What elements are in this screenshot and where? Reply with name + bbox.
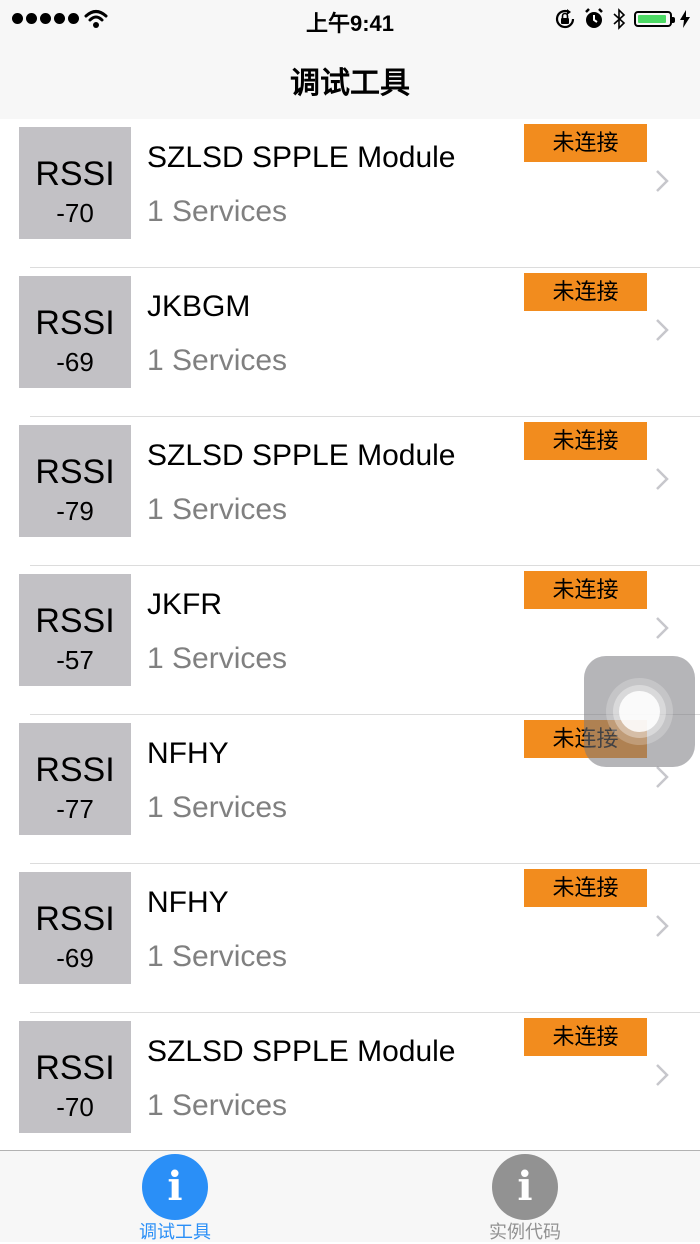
device-list[interactable]: RSSI -70 SZLSD SPPLE Module 1 Services 未… (0, 119, 700, 1162)
rssi-value: -69 (56, 347, 94, 377)
chevron-right-icon (656, 915, 669, 937)
connection-status-badge: 未连接 (524, 1018, 647, 1056)
device-row[interactable]: RSSI -69 NFHY 1 Services 未连接 (0, 864, 700, 1013)
rssi-label: RSSI (35, 1049, 115, 1087)
device-row[interactable]: RSSI -69 JKBGM 1 Services 未连接 (0, 268, 700, 417)
chevron-right-icon (656, 766, 669, 788)
rssi-label: RSSI (35, 155, 115, 193)
info-icon: i (492, 1154, 558, 1220)
device-services: 1 Services (147, 493, 288, 526)
rssi-value: -69 (56, 943, 94, 973)
rssi-value: -79 (56, 496, 94, 526)
rssi-box: RSSI -70 (19, 1021, 131, 1133)
connection-status-badge: 未连接 (524, 422, 647, 460)
status-icons (554, 8, 690, 30)
device-services: 1 Services (147, 791, 288, 824)
connection-status-badge: 未连接 (524, 571, 647, 609)
rssi-box: RSSI -57 (19, 574, 131, 686)
device-services: 1 Services (147, 940, 288, 973)
connection-status-badge: 未连接 (524, 273, 647, 311)
info-icon: i (142, 1154, 208, 1220)
device-name: NFHY (147, 886, 229, 919)
device-services: 1 Services (147, 642, 288, 675)
device-name: NFHY (147, 737, 229, 770)
charging-icon (680, 10, 690, 28)
device-services: 1 Services (147, 195, 288, 228)
rssi-label: RSSI (35, 304, 115, 342)
rssi-label: RSSI (35, 453, 115, 491)
device-name: SZLSD SPPLE Module (147, 1035, 456, 1068)
tab-debug-tools[interactable]: i 调试工具 (75, 1151, 275, 1243)
device-name: JKBGM (147, 290, 251, 323)
device-name: SZLSD SPPLE Module (147, 141, 456, 174)
bluetooth-icon (613, 8, 626, 30)
rssi-value: -70 (56, 1092, 94, 1122)
connection-status-badge: 未连接 (524, 124, 647, 162)
status-bar: 上午9:41 (0, 0, 700, 40)
device-services: 1 Services (147, 344, 288, 377)
rssi-box: RSSI -69 (19, 276, 131, 388)
chevron-right-icon (656, 617, 669, 639)
rssi-box: RSSI -70 (19, 127, 131, 239)
rssi-box: RSSI -69 (19, 872, 131, 984)
rssi-label: RSSI (35, 751, 115, 789)
tab-sample-code[interactable]: i 实例代码 (425, 1151, 625, 1243)
tab-label: 调试工具 (139, 1222, 211, 1242)
device-name: SZLSD SPPLE Module (147, 439, 456, 472)
tab-label: 实例代码 (489, 1222, 561, 1242)
page-title: 调试工具 (290, 67, 410, 100)
rssi-label: RSSI (35, 900, 115, 938)
rssi-value: -77 (56, 794, 94, 824)
rssi-value: -57 (56, 645, 94, 675)
battery-icon (634, 11, 675, 27)
navigation-bar: 调试工具 (0, 40, 700, 120)
tab-bar: i 调试工具 i 实例代码 (0, 1150, 700, 1242)
assistive-touch-button[interactable] (584, 656, 695, 767)
alarm-icon (585, 8, 603, 28)
connection-status-badge: 未连接 (524, 869, 647, 907)
rssi-value: -70 (56, 198, 94, 228)
device-name: JKFR (147, 588, 222, 621)
device-row[interactable]: RSSI -79 SZLSD SPPLE Module 1 Services 未… (0, 417, 700, 566)
chevron-right-icon (656, 1064, 669, 1086)
chevron-right-icon (656, 170, 669, 192)
chevron-right-icon (656, 319, 669, 341)
rssi-box: RSSI -77 (19, 723, 131, 835)
rotation-lock-icon (555, 9, 575, 29)
device-row[interactable]: RSSI -70 SZLSD SPPLE Module 1 Services 未… (0, 1013, 700, 1162)
rssi-box: RSSI -79 (19, 425, 131, 537)
device-row[interactable]: RSSI -70 SZLSD SPPLE Module 1 Services 未… (0, 119, 700, 268)
chevron-right-icon (656, 468, 669, 490)
rssi-label: RSSI (35, 602, 115, 640)
device-services: 1 Services (147, 1089, 288, 1122)
